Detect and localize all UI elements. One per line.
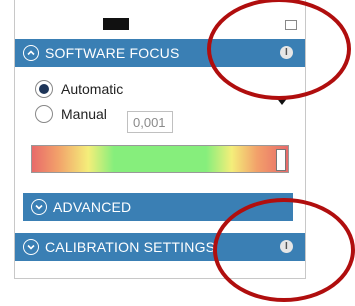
focus-slider-handle[interactable] xyxy=(276,149,286,171)
automatic-radio[interactable] xyxy=(35,80,53,98)
software-focus-title: SOFTWARE FOCUS xyxy=(45,45,180,61)
automatic-label: Automatic xyxy=(61,81,124,97)
chevron-up-icon[interactable] xyxy=(23,45,39,61)
top-marker xyxy=(103,18,129,30)
manual-value-field[interactable]: 0,001 xyxy=(127,111,173,133)
manual-option[interactable]: Manual xyxy=(35,105,107,123)
annotation-circle xyxy=(207,0,351,100)
annotation-circle xyxy=(213,198,355,302)
calibration-settings-title: CALIBRATION SETTINGS xyxy=(45,239,216,255)
focus-quality-bar xyxy=(31,145,289,173)
manual-label: Manual xyxy=(61,106,107,122)
advanced-title: ADVANCED xyxy=(53,199,132,215)
manual-radio[interactable] xyxy=(35,105,53,123)
automatic-option[interactable]: Automatic xyxy=(35,80,123,98)
chevron-down-icon[interactable] xyxy=(31,199,47,215)
chevron-down-icon[interactable] xyxy=(23,239,39,255)
